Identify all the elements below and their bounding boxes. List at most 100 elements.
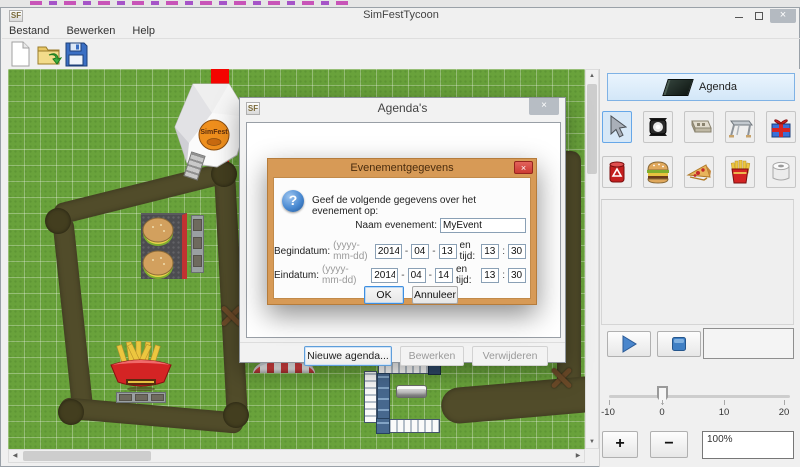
play-button[interactable] xyxy=(607,331,651,357)
playback-status-panel xyxy=(703,328,794,359)
tool-stage-platform[interactable] xyxy=(684,111,714,143)
end-year-input[interactable] xyxy=(371,268,398,283)
bench[interactable] xyxy=(116,392,166,403)
barrier-segment xyxy=(364,371,377,423)
minimize-button[interactable] xyxy=(730,9,748,23)
maximize-button[interactable] xyxy=(750,9,768,23)
background-code-text xyxy=(30,1,350,5)
pizza-icon xyxy=(686,161,712,183)
path-corner xyxy=(58,399,84,425)
end-day-input[interactable] xyxy=(435,268,453,283)
new-document-icon[interactable] xyxy=(8,41,34,68)
dirt-path-left[interactable] xyxy=(52,216,94,417)
vertical-scroll-thumb[interactable] xyxy=(587,84,597,174)
zoom-out-button[interactable]: − xyxy=(650,431,688,458)
new-agenda-button[interactable]: Nieuwe agenda... xyxy=(304,346,392,366)
tool-fries[interactable] xyxy=(725,156,755,188)
slider-label: 20 xyxy=(774,407,794,418)
agendas-dialog-titlebar[interactable]: SF Agenda's × xyxy=(240,98,565,120)
ok-button[interactable]: OK xyxy=(364,286,404,304)
tool-gift[interactable] xyxy=(766,111,796,143)
barrier-segment xyxy=(376,418,390,434)
path-corner xyxy=(45,208,71,234)
stop-button[interactable] xyxy=(657,331,701,357)
agenda-button-label: Agenda xyxy=(699,81,737,93)
delete-agenda-button: Verwijderen xyxy=(472,346,548,366)
start-day-input[interactable] xyxy=(439,244,457,259)
scroll-right-icon[interactable]: ▶ xyxy=(572,450,584,462)
toolbar xyxy=(2,39,800,70)
slider-label: -10 xyxy=(598,407,618,418)
agendas-dialog-title: Agenda's xyxy=(240,101,565,115)
end-month-input[interactable] xyxy=(408,268,426,283)
zoom-in-button[interactable]: + xyxy=(602,431,638,458)
map-vertical-scrollbar[interactable]: ▲ ▼ xyxy=(585,69,599,449)
end-time-label: en tijd: xyxy=(456,264,478,286)
simfesttycoon-window: SF SimFestTycoon × Bestand Bewerken Help xyxy=(0,7,800,467)
end-hour-input[interactable] xyxy=(481,268,499,283)
agenda-button[interactable]: Agenda xyxy=(607,73,795,101)
tool-cursor[interactable] xyxy=(602,111,632,143)
tool-spotlight[interactable] xyxy=(643,111,673,143)
titlebar[interactable]: SF SimFestTycoon × xyxy=(2,8,800,24)
stage-platform-icon xyxy=(686,117,712,137)
event-name-input[interactable] xyxy=(440,218,526,233)
play-icon xyxy=(620,335,638,353)
menu-help[interactable]: Help xyxy=(125,24,162,38)
horizontal-scroll-thumb[interactable] xyxy=(23,451,151,461)
menu-bewerken[interactable]: Bewerken xyxy=(59,24,122,38)
stage-piece[interactable] xyxy=(396,385,427,398)
speed-slider-track[interactable] xyxy=(609,395,790,398)
open-folder-icon[interactable] xyxy=(36,41,62,68)
hamburger-prop[interactable] xyxy=(142,249,175,280)
simfest-logo-text: SimFest xyxy=(200,129,228,136)
hamburger-prop[interactable] xyxy=(142,216,175,247)
scroll-down-icon[interactable]: ▼ xyxy=(586,436,598,448)
menu-bestand[interactable]: Bestand xyxy=(2,24,56,38)
cursor-icon xyxy=(607,115,627,139)
save-floppy-icon[interactable] xyxy=(64,41,90,68)
scrollbar-corner xyxy=(585,449,599,463)
fries-icon xyxy=(729,160,751,184)
event-dialog-close-button[interactable]: × xyxy=(514,161,533,174)
date-format-hint: (yyyy-mm-dd) xyxy=(333,240,372,262)
trash-bin-icon xyxy=(607,160,627,184)
background-window-strip xyxy=(0,0,800,7)
start-hour-input[interactable] xyxy=(481,244,499,259)
frame-structure-icon xyxy=(727,116,753,138)
agendas-dialog-close-button[interactable]: × xyxy=(529,98,559,115)
scroll-up-icon[interactable]: ▲ xyxy=(586,70,598,82)
spotlight-icon xyxy=(646,115,670,139)
question-icon: ? xyxy=(282,190,304,212)
start-date-label: Begindatum: xyxy=(274,246,330,257)
end-date-label: Eindatum: xyxy=(274,270,319,281)
crowd-barriers[interactable] xyxy=(364,361,448,437)
start-time-label: en tijd: xyxy=(460,240,479,262)
fries-stand[interactable] xyxy=(106,341,176,391)
end-minute-input[interactable] xyxy=(508,268,526,283)
agenda-book-icon xyxy=(662,79,694,96)
bench[interactable] xyxy=(191,215,204,273)
barrier-segment xyxy=(377,373,390,421)
tool-hamburger[interactable] xyxy=(643,156,673,188)
map-horizontal-scrollbar[interactable]: ◀ ▶ xyxy=(8,449,585,463)
slider-label: 10 xyxy=(714,407,734,418)
path-cross-marker[interactable] xyxy=(549,366,573,390)
start-month-input[interactable] xyxy=(411,244,429,259)
gift-icon xyxy=(769,115,793,139)
scroll-left-icon[interactable]: ◀ xyxy=(9,450,21,462)
start-year-input[interactable] xyxy=(375,244,402,259)
sidebar: Agenda xyxy=(599,69,800,467)
event-dialog-prompt: Geef de volgende gegevens over het evene… xyxy=(312,195,527,217)
zoom-level-field[interactable]: 100% xyxy=(702,431,794,459)
tool-trash-bin[interactable] xyxy=(602,156,632,188)
cancel-button[interactable]: Annuleer xyxy=(412,286,458,304)
tool-pizza[interactable] xyxy=(684,156,714,188)
sidebar-empty-panel xyxy=(601,199,794,325)
start-minute-input[interactable] xyxy=(508,244,526,259)
tool-toilet-paper[interactable] xyxy=(766,156,796,188)
tool-frame-structure[interactable] xyxy=(725,111,755,143)
path-corner xyxy=(223,402,249,428)
close-button[interactable]: × xyxy=(770,9,796,23)
event-dialog-title: Evenementgegevens xyxy=(268,159,536,177)
